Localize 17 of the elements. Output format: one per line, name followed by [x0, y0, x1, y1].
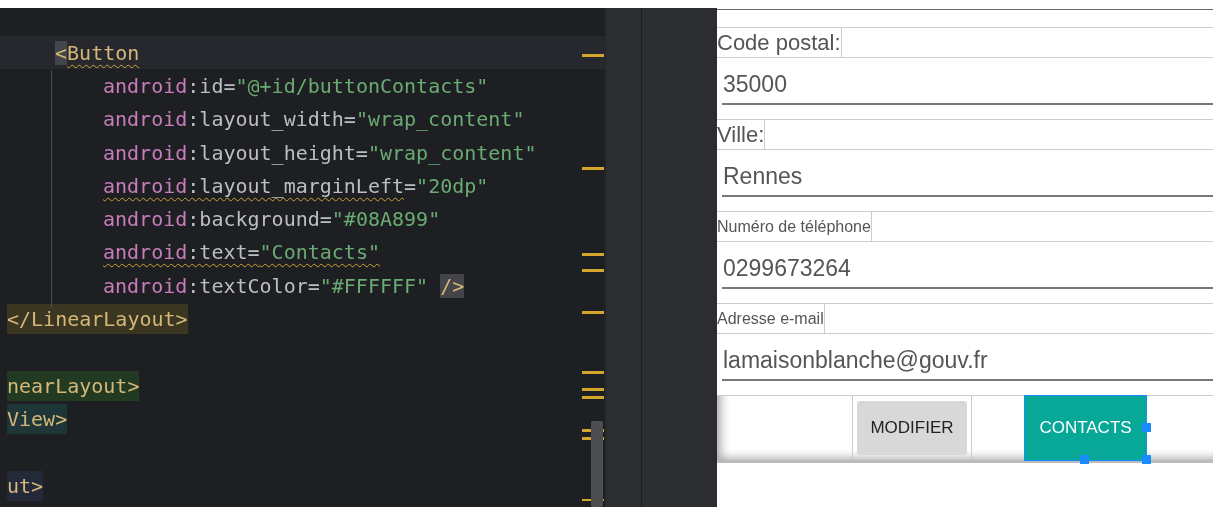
code-line: android:id="@+id/buttonContacts" [103, 72, 489, 100]
code-line: android:layout_height="wrap_content" [103, 139, 537, 167]
code-line: android:text="Contacts" [103, 239, 380, 267]
modify-button[interactable]: MODIFIER [857, 401, 967, 455]
code-line: <Button [55, 39, 140, 67]
code-line: android:textColor="#FFFFFF" /> [103, 272, 465, 300]
form-label: Adresse e-mail [717, 304, 825, 333]
resize-handle[interactable] [1142, 423, 1151, 432]
scrollbar-thumb[interactable] [591, 421, 603, 507]
form-label: Ville: [717, 120, 766, 149]
resize-handle[interactable] [1080, 455, 1089, 464]
resize-handle[interactable] [1142, 455, 1151, 464]
code-line: android:layout_width="wrap_content" [103, 106, 525, 134]
code-line: android:layout_marginLeft="20dp" [103, 172, 489, 200]
code-line: android:background="#08A899" [103, 206, 441, 234]
form-label: Code postal: [717, 28, 842, 57]
form-label: Numéro de téléphone [717, 212, 872, 241]
